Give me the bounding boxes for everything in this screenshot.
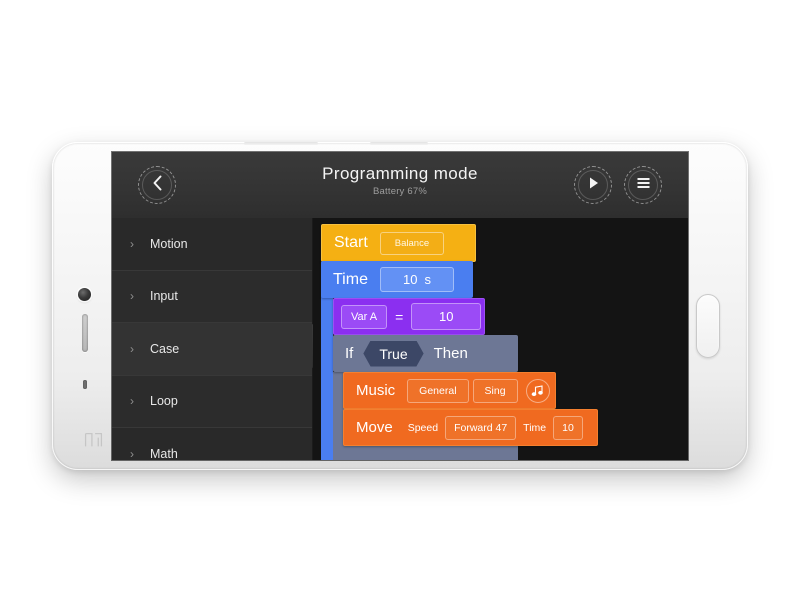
phone-device: Programming mode Battery 67% › Motion › … [52,142,748,470]
phone-screen: Programming mode Battery 67% › Motion › … [112,152,688,460]
front-camera-icon [78,288,91,301]
move-block[interactable]: Move Speed Forward 47 Time 10 [343,409,598,446]
sidebar-item-motion[interactable]: › Motion [112,218,312,271]
if-condition-field[interactable]: True [363,340,424,367]
move-speed-field[interactable]: Forward 47 [445,415,517,440]
music-block-label: Music [356,382,396,399]
start-block-label: Start [334,234,368,251]
variable-assign-block[interactable]: Var A = 10 [333,298,485,335]
start-block[interactable]: Start Balance [321,224,476,262]
if-block-footer [333,444,518,460]
chevron-right-icon: › [130,341,134,356]
variable-name-field[interactable]: Var A [341,304,388,329]
if-then-block[interactable]: If True Then [333,335,518,372]
antenna-line-left [244,142,318,145]
move-speed-label: Speed [407,421,439,434]
time-block-unit: s [424,272,431,287]
back-button[interactable] [138,166,176,204]
screenshot-root: Programming mode Battery 67% › Motion › … [0,0,800,600]
time-block-value-field[interactable]: 10 s [379,267,454,292]
music-category-field[interactable]: General [407,378,469,403]
sidebar-item-loop[interactable]: › Loop [112,375,312,428]
move-block-label: Move [356,419,393,436]
antenna-line-right [370,142,428,145]
then-keyword: Then [433,345,468,362]
program-canvas[interactable]: Start Balance Time 10 s Var A = 10 If Tr… [313,218,688,460]
music-block[interactable]: Music General Sing [343,372,556,409]
menu-button[interactable] [624,166,662,204]
music-action-field[interactable]: Sing [472,378,518,403]
sidebar-item-case[interactable]: › Case [112,323,312,376]
app-header: Programming mode Battery 67% [112,152,688,219]
sidebar-item-label: Motion [150,236,188,251]
run-program-button[interactable] [574,166,612,204]
earpiece-speaker [82,314,88,352]
sidebar-item-label: Input [150,289,178,304]
category-sidebar: › Motion › Input › Case › Loop › Math [112,218,313,460]
move-time-field[interactable]: 10 [553,415,583,440]
music-note-icon[interactable] [525,378,550,403]
mi-brand-logo [84,432,103,448]
sidebar-item-label: Math [150,446,178,460]
sidebar-item-label: Case [150,341,180,356]
if-keyword: If [345,345,354,362]
home-button[interactable] [696,294,720,358]
chevron-right-icon: › [130,394,134,409]
sidebar-item-input[interactable]: › Input [112,270,312,323]
sidebar-item-math[interactable]: › Math [112,428,312,460]
equals-operator: = [395,308,404,325]
play-icon [587,176,600,195]
chevron-left-icon [152,175,163,196]
sidebar-item-label: Loop [150,394,178,409]
variable-value-field[interactable]: 10 [411,303,482,330]
start-block-mode-field[interactable]: Balance [379,231,445,255]
chevron-right-icon: › [130,236,134,251]
chevron-right-icon: › [130,446,134,460]
hamburger-menu-icon [636,176,651,194]
microphone-hole [83,380,87,389]
time-block-value: 10 [402,272,418,287]
time-block-label: Time [333,270,368,288]
chevron-right-icon: › [130,289,134,304]
move-time-label: Time [523,421,547,434]
time-block[interactable]: Time 10 s [321,261,473,298]
